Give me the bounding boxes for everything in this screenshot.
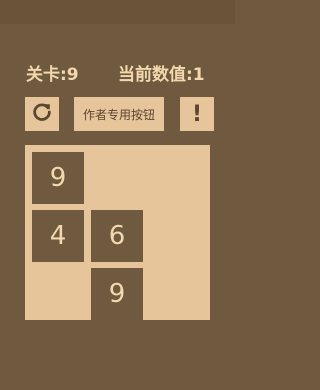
tile-9-top[interactable]: 9 xyxy=(32,152,84,204)
game-board: 9 4 6 9 xyxy=(25,145,210,320)
tile-4[interactable]: 4 xyxy=(32,210,84,262)
hint-button[interactable]: ! xyxy=(180,97,214,131)
tile-6[interactable]: 6 xyxy=(91,210,143,262)
level-label: 关卡:9 xyxy=(26,65,79,85)
current-value-label: 当前数值:1 xyxy=(118,65,205,85)
restart-button[interactable] xyxy=(25,97,59,131)
top-bar xyxy=(0,0,235,24)
restart-icon xyxy=(31,101,53,127)
author-button[interactable]: 作者专用按钮 xyxy=(74,97,164,131)
tile-9-bottom[interactable]: 9 xyxy=(91,268,143,320)
